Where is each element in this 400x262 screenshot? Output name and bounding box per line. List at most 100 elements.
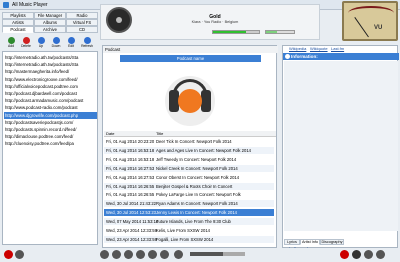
- tab-wikipedia[interactable]: Wikipedia: [289, 46, 306, 51]
- tab-playlists[interactable]: Playlists: [2, 12, 34, 19]
- tab-discography[interactable]: Discography: [320, 239, 344, 245]
- tab-radio[interactable]: Radio: [66, 12, 98, 19]
- track-subtitle: Kiara · You Radio · Belgium: [191, 20, 239, 24]
- tab-archive[interactable]: Archive: [34, 26, 66, 33]
- info-source-tabs: Wikipedia Wikiquote Last.fm: [283, 46, 399, 52]
- play-icon[interactable]: [112, 250, 121, 259]
- window-title: All Music Player: [12, 2, 48, 8]
- episode-title: Jeff Tweedy In Concert: Newport Folk 201…: [156, 156, 237, 162]
- tab-albums[interactable]: Albums: [34, 19, 66, 26]
- episode-title: Future Islands, Live From The 9:30 Club: [156, 219, 231, 225]
- lastfm-icon[interactable]: [340, 250, 349, 259]
- power-icon[interactable]: [352, 250, 361, 259]
- delete-icon: [22, 37, 30, 44]
- edit-icon: [67, 37, 75, 44]
- repeat-icon[interactable]: [148, 250, 157, 259]
- podcast-name: Podcast name: [120, 55, 261, 62]
- podcast-url-item[interactable]: http://mastermaegherita.info/feed/: [4, 68, 97, 75]
- episode-table-header: Date Title: [104, 131, 276, 137]
- album-disc-icon[interactable]: [106, 7, 132, 33]
- tab-podcast[interactable]: Podcast: [2, 26, 34, 33]
- refresh-button[interactable]: Refresh: [80, 37, 94, 51]
- podcast-url-item[interactable]: http://dimaclouse.podtree.com/feed/: [4, 133, 97, 140]
- buffer-bar: [265, 30, 295, 34]
- tab-wikiquote[interactable]: Wikiquote: [310, 46, 328, 51]
- mute-icon[interactable]: [174, 250, 183, 259]
- episode-title: Deer Tick In Concert: Newport Folk 2014: [156, 139, 232, 144]
- tab-artists[interactable]: Artists: [2, 19, 34, 26]
- episode-date: Fri, 01 Aug 2014 16:53:18: [106, 156, 155, 162]
- episode-title: Ages and Ages Live In Concert: Newport F…: [156, 147, 251, 153]
- podcast-url-item[interactable]: http://podcastsaveriepodcastjs.com/: [4, 119, 97, 126]
- podcast-url-item[interactable]: http://podcast.armadamusic.com/podcast: [4, 97, 97, 104]
- episode-title: Nickel Creek In Concert: Newport Folk 20…: [156, 165, 238, 171]
- podcast-url-item[interactable]: http://podcasts.spinnin.record.nl/feed/: [4, 126, 97, 133]
- column-title[interactable]: Title: [156, 131, 163, 137]
- podcast-url-item[interactable]: http://internetradio.ath.tw/podcasts/Sta: [4, 61, 97, 68]
- podcast-panel-header: Podcast: [103, 46, 278, 53]
- podcast-url-item[interactable]: http://officialvoicepodcast.podtree.com: [4, 83, 97, 90]
- add-button[interactable]: Add: [4, 37, 18, 51]
- episode-row[interactable]: Wed, 30 Jul 2014 12:53:23 Jenny Lewis In …: [104, 209, 274, 217]
- info-bottom-tabs: Lyrics Artist Info Discography: [282, 239, 398, 245]
- episode-date: Wed, 30 Jul 2014 21:43:22: [106, 201, 156, 207]
- volume-slider[interactable]: [190, 252, 245, 256]
- window-icon[interactable]: [376, 250, 385, 259]
- episode-title: Pokey LaFarge Live In Concert: Newport F…: [156, 192, 241, 198]
- episode-title: Benjiter Gospel & Roots Choir In Concert: [156, 183, 233, 189]
- episode-date: Fri, 01 Aug 2014 16:27:53: [106, 165, 155, 171]
- tab-file-manager[interactable]: File Manager: [34, 12, 66, 19]
- episode-row[interactable]: Fri, 01 Aug 2014 16:26:55 Benjiter Gospel…: [104, 182, 274, 190]
- episode-row[interactable]: Fri, 01 Aug 2014 16:27:53 Nickel Creek In…: [104, 164, 274, 172]
- tab-lastfm[interactable]: Last.fm: [331, 46, 344, 51]
- info-panel: Wikipedia Wikiquote Last.fm Information:…: [282, 45, 399, 252]
- podcast-url-item[interactable]: http://www.djgrowlife.com/podcast.php: [4, 111, 97, 119]
- rss-icon: [178, 89, 202, 113]
- delete-button[interactable]: Delete: [19, 37, 33, 51]
- add-icon: [7, 37, 15, 44]
- settings-icon[interactable]: [15, 250, 24, 259]
- podcast-url-item[interactable]: http://internetradio.ath.tw/podcasts/Sta: [4, 54, 97, 61]
- episode-row[interactable]: Wed, 23 Apr 2014 12:33:59 Fogalli, Live F…: [104, 235, 274, 243]
- episode-title: Conor Oberst In Concert: Newport Folk 20…: [156, 174, 240, 180]
- info-content: [284, 61, 398, 231]
- episode-date: Fri, 01 Aug 2014 16:26:55: [106, 183, 155, 189]
- tab-virtual-fs[interactable]: Virtual FS: [66, 19, 98, 26]
- vu-meter: VU: [342, 1, 398, 41]
- track-progress-bar[interactable]: [212, 30, 260, 34]
- record-icon[interactable]: [4, 250, 13, 259]
- episode-title: Jenny Lewis In Concert: Newport Folk 201…: [156, 210, 237, 216]
- tab-lyrics[interactable]: Lyrics: [284, 239, 300, 245]
- headphone-right: [201, 90, 211, 112]
- podcast-url-item[interactable]: http://www.electronicgroove.com/feed/: [4, 76, 97, 83]
- episode-date: Fri, 01 Aug 2014 20:23:20: [106, 139, 155, 144]
- tab-artist-info[interactable]: Artist Info: [300, 239, 320, 245]
- tab-cd[interactable]: CD: [66, 26, 98, 33]
- shuffle-icon[interactable]: [160, 250, 169, 259]
- edit-button[interactable]: Edit: [64, 37, 78, 51]
- episode-row[interactable]: Fri, 01 Aug 2014 16:27:53 Conor Oberst In…: [104, 174, 274, 181]
- podcast-logo: [165, 76, 215, 126]
- episode-row[interactable]: Wed, 30 Jul 2014 21:43:22 Ryan Adams In C…: [104, 200, 274, 208]
- episode-date: Wed, 23 Apr 2014 12:33:59: [106, 228, 157, 233]
- previous-icon[interactable]: [100, 250, 109, 259]
- column-date[interactable]: Date: [106, 131, 114, 137]
- episode-row[interactable]: Wed, 23 Apr 2014 12:33:59 Kelis, Live Fro…: [104, 227, 274, 234]
- arrow-down-icon: [52, 37, 60, 44]
- episode-row[interactable]: Fri, 01 Aug 2014 16:26:55 Pokey LaFarge L…: [104, 191, 274, 198]
- buffer-fill: [266, 31, 278, 33]
- next-icon[interactable]: [136, 250, 145, 259]
- podcast-url-item[interactable]: http://www.podcast-radio.com/podcast: [4, 104, 97, 111]
- podcast-url-item[interactable]: http://podcast.djbardwell.com/podcast: [4, 90, 97, 97]
- podcast-url-item[interactable]: http://cluenoisy.podtree.com/feed/pa: [4, 140, 97, 147]
- episode-date: Wed, 30 Jul 2014 12:53:23: [106, 210, 156, 216]
- up-button[interactable]: Up: [34, 37, 48, 51]
- episode-row[interactable]: Fri, 01 Aug 2014 16:53:18 Jeff Tweedy In …: [104, 156, 274, 163]
- episode-row[interactable]: Fri, 01 Aug 2014 20:23:20 Deer Tick In Co…: [104, 138, 274, 145]
- episode-row[interactable]: Wed, 07 May 2014 11:53:14 Future Islands,…: [104, 218, 274, 226]
- episode-row[interactable]: Fri, 01 Aug 2014 16:53:18 Ages and Ages L…: [104, 146, 274, 154]
- down-button[interactable]: Down: [49, 37, 63, 51]
- episode-title: Ryan Adams In Concert: Newport Folk 2014: [156, 201, 238, 207]
- stop-icon[interactable]: [124, 250, 133, 259]
- equalizer-icon[interactable]: [364, 250, 373, 259]
